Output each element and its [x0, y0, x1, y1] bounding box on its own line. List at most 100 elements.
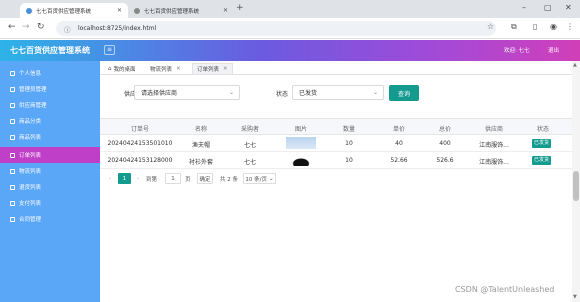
- close-window-icon[interactable]: ✕: [565, 3, 572, 12]
- browser-tabstrip: 七七百货供应管理系统 ✕ 七七百货供应管理系统 ✕ + – ▢ ✕: [0, 0, 580, 18]
- sidebar: 个人信息 管理员管理 供应商管理 商品分类 商品列表 订单列表 物流列表 退货列…: [0, 61, 100, 302]
- sidebar-item-returns[interactable]: 退货列表: [0, 179, 100, 195]
- tab-close-icon[interactable]: ✕: [223, 7, 228, 14]
- favicon-icon: [26, 7, 32, 14]
- menu-item-icon: [10, 118, 15, 124]
- chevron-down-icon: ⌄: [228, 89, 234, 96]
- cell-qty: 10: [345, 140, 353, 147]
- address-bar: ← → ↻ ⓘ localhost:8725/index.html ☆ ⧉ ▯ …: [0, 18, 580, 39]
- menu-item-icon: [10, 70, 15, 76]
- scroll-up-icon[interactable]: ▲: [573, 62, 577, 68]
- tab-nav: ⌂ 我的桌面 物流列表 ✕ 订单列表 ✕: [100, 61, 572, 75]
- pagination: ‹ 1 › 到第 1 页 确定 共 2 条 10 条/页 ⌄: [100, 171, 572, 187]
- sidebar-item-label: 物流列表: [19, 169, 42, 175]
- close-icon[interactable]: ✕: [176, 66, 181, 72]
- browser-tab-label: 七七百货供应管理系统: [144, 8, 200, 15]
- sidebar-item-label: 合同管理: [19, 217, 42, 223]
- page-scrollbar[interactable]: ▲ ▼: [572, 61, 580, 302]
- tab-orders[interactable]: 订单列表 ✕: [192, 63, 233, 74]
- browser-tab-label: 七七百货供应管理系统: [36, 8, 92, 15]
- app-title: 七七百货供应管理系统: [10, 46, 90, 55]
- reload-icon[interactable]: ↻: [37, 22, 45, 32]
- goto-page-input[interactable]: 1: [165, 173, 181, 184]
- tab-logistics[interactable]: 物流列表 ✕: [146, 63, 185, 74]
- col-status: 状态: [536, 126, 549, 133]
- more-icon[interactable]: ⋮: [566, 22, 574, 31]
- supplier-select[interactable]: 请选择供应商 ⌄: [134, 85, 240, 100]
- page-1-button[interactable]: 1: [118, 173, 131, 184]
- sidebar-item-label: 订单列表: [19, 153, 42, 159]
- menu-item-icon: [10, 86, 15, 92]
- cell-name: 渔夫帽: [191, 142, 210, 149]
- sidebar-item-orders[interactable]: 订单列表: [0, 147, 100, 163]
- sidebar-item-logistics[interactable]: 物流列表: [0, 163, 100, 179]
- sidebar-item-profile[interactable]: 个人信息: [0, 65, 100, 81]
- tab-label: 物流列表: [150, 66, 173, 73]
- query-button[interactable]: 查询: [389, 85, 419, 101]
- favicon-icon: [134, 7, 140, 14]
- menu-item-icon: [10, 102, 15, 108]
- sidebar-item-label: 商品列表: [19, 135, 42, 141]
- cell-name: 衬衫外套: [188, 159, 213, 166]
- col-buyer: 采购者: [240, 126, 259, 133]
- sidebar-icon[interactable]: ▯: [533, 22, 537, 31]
- status-filter-label: 状态: [276, 91, 289, 98]
- menu-item-icon: [10, 184, 15, 190]
- sidebar-item-payments[interactable]: 支付列表: [0, 195, 100, 211]
- col-total: 总价: [438, 126, 451, 133]
- cell-supplier: 江南服饰...: [479, 142, 509, 149]
- menu-item-icon: [10, 134, 15, 140]
- cell-supplier: 江南服饰...: [479, 159, 509, 166]
- chevron-down-icon: ⌄: [269, 175, 274, 182]
- col-qty: 数量: [342, 126, 355, 133]
- tab-desktop[interactable]: ⌂ 我的桌面: [104, 63, 140, 74]
- forward-icon[interactable]: →: [22, 22, 30, 32]
- table-row[interactable]: 20240424153128000 衬衫外套 七七 10 52.66 526.6…: [100, 152, 572, 169]
- sidebar-item-contracts[interactable]: 合同管理: [0, 211, 100, 227]
- cell-buyer: 七七: [243, 142, 256, 149]
- col-name: 名称: [194, 126, 207, 133]
- sidebar-item-products[interactable]: 商品列表: [0, 129, 100, 145]
- close-icon[interactable]: ✕: [223, 66, 228, 72]
- sidebar-item-label: 商品分类: [19, 119, 42, 125]
- scroll-thumb[interactable]: [573, 171, 579, 201]
- cell-order-no: 20240424153501010: [107, 140, 173, 147]
- maximize-icon[interactable]: ▢: [544, 3, 552, 12]
- extensions-icon[interactable]: ⧉: [511, 22, 517, 32]
- profile-icon[interactable]: ◉: [550, 22, 557, 31]
- table-row[interactable]: 20240424153501010 渔夫帽 七七 10 40 400 江南服饰.…: [100, 135, 572, 152]
- tab-label: 订单列表: [197, 67, 220, 73]
- menu-item-icon: [10, 152, 15, 158]
- sidebar-item-categories[interactable]: 商品分类: [0, 113, 100, 129]
- minimize-icon[interactable]: –: [522, 3, 526, 12]
- scroll-down-icon[interactable]: ▼: [573, 294, 577, 300]
- menu-item-icon: [10, 216, 15, 222]
- tab-close-icon[interactable]: ✕: [117, 7, 122, 14]
- url-input[interactable]: ⓘ localhost:8725/index.html: [56, 21, 496, 36]
- main-content: ⌂ 我的桌面 物流列表 ✕ 订单列表 ✕ 供应商 请选择供应商 ⌄ 状态 已发货 ⌄ …: [100, 61, 572, 302]
- goto-label: 到第: [146, 176, 158, 183]
- info-icon[interactable]: ⓘ: [64, 24, 71, 34]
- menu-toggle-icon[interactable]: ≡: [104, 45, 115, 55]
- status-badge: 已发货: [532, 156, 552, 165]
- status-select[interactable]: 已发货 ⌄: [292, 85, 384, 100]
- sidebar-item-label: 支付列表: [19, 201, 42, 207]
- new-tab-button[interactable]: +: [236, 3, 244, 13]
- cell-total: 526.6: [436, 157, 454, 164]
- back-icon[interactable]: ←: [8, 22, 16, 32]
- prev-page-icon[interactable]: ‹: [106, 173, 114, 184]
- sidebar-item-suppliers[interactable]: 供应商管理: [0, 97, 100, 113]
- sidebar-item-admins[interactable]: 管理员管理: [0, 81, 100, 97]
- goto-confirm-button[interactable]: 确定: [197, 173, 213, 184]
- next-page-icon[interactable]: ›: [134, 173, 142, 184]
- app-header: 七七百货供应管理系统 ≡ 欢迎: 七七 退出: [0, 40, 580, 61]
- sidebar-item-label: 管理员管理: [19, 87, 47, 93]
- page-size-select[interactable]: 10 条/页 ⌄: [243, 173, 276, 184]
- star-icon[interactable]: ☆: [487, 22, 494, 31]
- product-image: [286, 154, 316, 166]
- logout-link[interactable]: 退出: [548, 46, 559, 54]
- browser-tab[interactable]: 七七百货供应管理系统 ✕: [128, 3, 234, 18]
- page-unit-label: 页: [185, 176, 191, 183]
- browser-tab-active[interactable]: 七七百货供应管理系统 ✕: [20, 3, 128, 18]
- chevron-down-icon: ⌄: [372, 89, 378, 96]
